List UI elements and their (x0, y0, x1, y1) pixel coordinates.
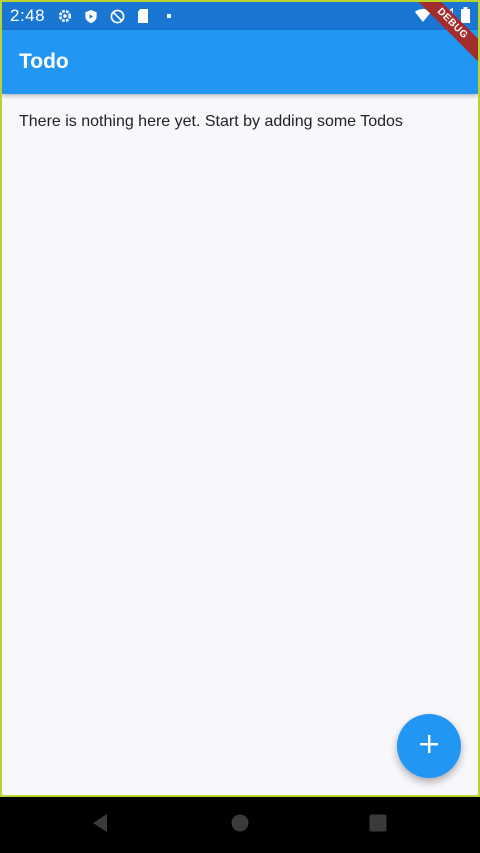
back-icon (91, 813, 109, 838)
home-icon (231, 814, 249, 837)
nav-back-button[interactable] (86, 811, 114, 839)
status-icons-left (57, 8, 177, 24)
plus-icon (418, 733, 440, 760)
phone-screen: 2:48 Todo DEBUG There is nothing here ye… (0, 0, 480, 853)
gear-icon (57, 8, 73, 24)
nav-recents-button[interactable] (364, 811, 392, 839)
page-title: Todo (19, 50, 69, 73)
no-sync-icon (109, 8, 125, 24)
system-nav-bar (0, 797, 480, 853)
sd-card-icon (135, 8, 151, 24)
app-bar: Todo (2, 30, 478, 94)
shield-icon (83, 8, 99, 24)
empty-state-message: There is nothing here yet. Start by addi… (19, 113, 403, 130)
status-bar: 2:48 (2, 2, 478, 30)
status-time: 2:48 (10, 6, 46, 25)
app-window: 2:48 Todo DEBUG There is nothing here ye… (0, 0, 480, 797)
add-todo-button[interactable] (397, 714, 461, 778)
recents-icon (369, 814, 387, 837)
nav-home-button[interactable] (226, 811, 254, 839)
dot-icon (161, 8, 177, 24)
